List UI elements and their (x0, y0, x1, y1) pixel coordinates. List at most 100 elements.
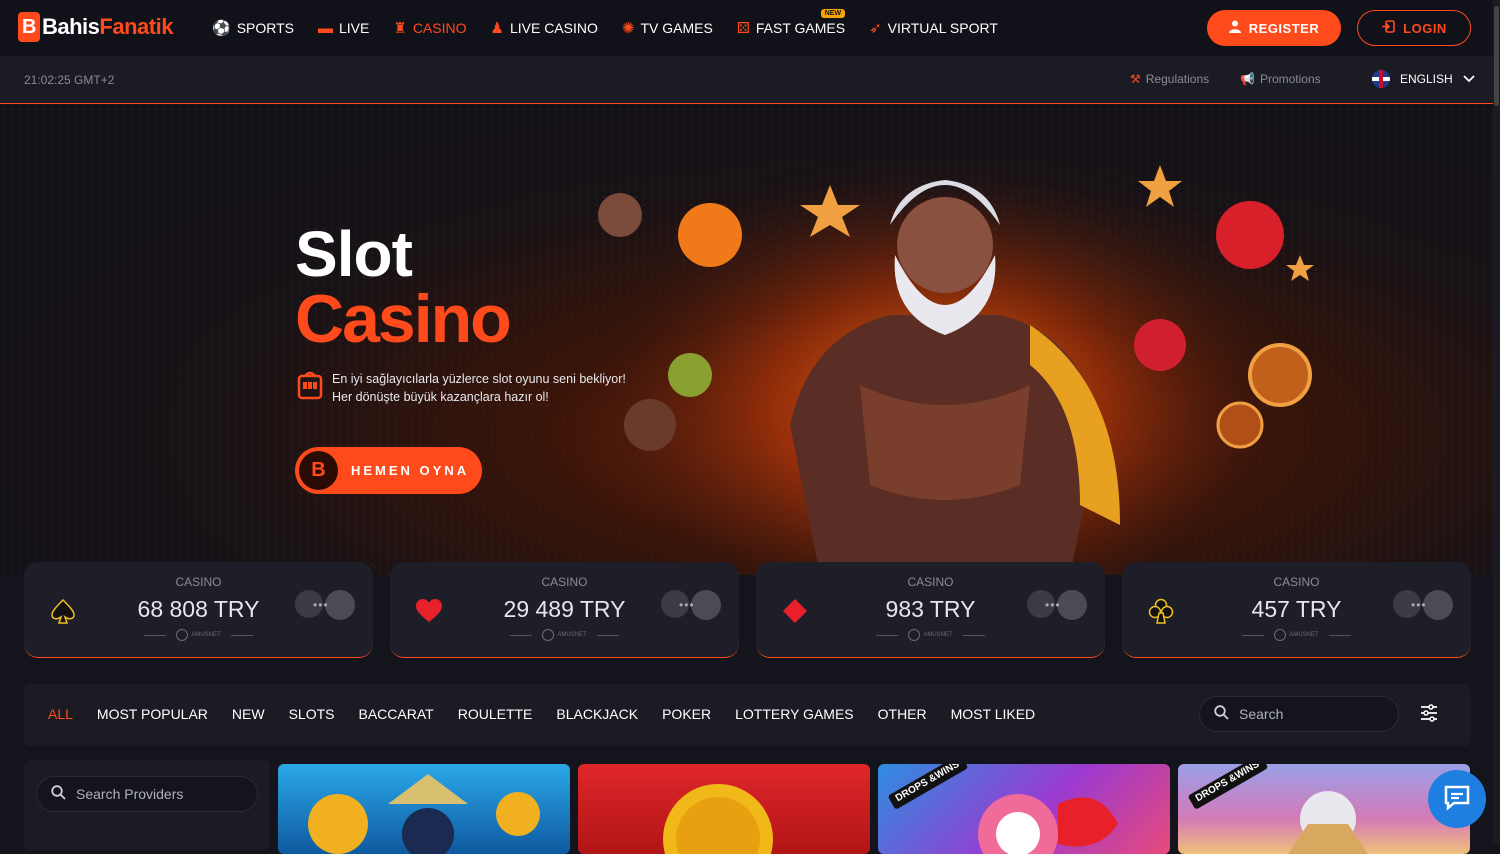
provider-logo: AMUSNET (756, 629, 1105, 641)
scrollbar-thumb[interactable] (1494, 6, 1499, 106)
nav-virtual-sport[interactable]: ➶ VIRTUAL SPORT (857, 0, 1010, 56)
category-bar: ALL MOST POPULAR NEW SLOTS BACCARAT ROUL… (24, 684, 1471, 746)
top-navigation: B Bahis Fanatik ⚽ SPORTS ▬ LIVE ♜ CASINO ♟ LI… (0, 0, 1500, 56)
uk-flag-icon (1372, 70, 1390, 88)
login-button[interactable]: LOGIN (1357, 10, 1471, 46)
hero-banner[interactable]: Slot Casino En iyi sağlayıcılarla yüzler… (0, 105, 1500, 575)
tab-most-liked[interactable]: MOST LIKED (951, 706, 1036, 722)
tab-blackjack[interactable]: BLACKJACK (556, 706, 638, 722)
tab-other[interactable]: OTHER (878, 706, 927, 722)
jackpot-chips-decoration: ••• (1387, 584, 1457, 624)
promotions-link[interactable]: 📢 Promotions (1240, 72, 1321, 86)
nav-fast-games[interactable]: ⚄ FAST GAMES NEW (725, 0, 857, 56)
virtual-icon: ➶ (869, 20, 882, 37)
megaphone-icon: 📢 (1240, 72, 1255, 86)
play-now-button[interactable]: B HEMEN OYNA (295, 447, 482, 494)
jackpot-card[interactable]: CASINO 983 TRY AMUSNET ••• (756, 562, 1105, 658)
dealer-icon: ♟ (490, 20, 504, 37)
hero-text-line2: Her dönüşte büyük kazançlara hazır ol! (332, 390, 549, 404)
provider-name: AMUSNET (923, 632, 953, 638)
nav-sports[interactable]: ⚽ SPORTS (200, 0, 306, 56)
brand-name-first: Bahis (42, 14, 100, 39)
nav-live[interactable]: ▬ LIVE (306, 0, 381, 56)
search-input[interactable] (1239, 706, 1379, 722)
game-tile[interactable] (578, 764, 870, 854)
soccer-ball-icon: ⚽ (212, 20, 231, 37)
wheel-icon: ✺ (621, 20, 635, 37)
jackpot-chips-decoration: ••• (289, 584, 359, 624)
tab-poker[interactable]: POKER (662, 706, 711, 722)
hero-description: En iyi sağlayıcılarla yüzlerce slot oyun… (296, 370, 626, 406)
brand-mark-icon: B (299, 451, 338, 490)
hero-text-line1: En iyi sağlayıcılarla yüzlerce slot oyun… (332, 372, 626, 386)
chevron-down-icon (1463, 72, 1475, 86)
sub-bar: 21:02:25 GMT+2 ⚒ Regulations 📢 Promotion… (0, 56, 1500, 104)
register-button[interactable]: REGISTER (1207, 10, 1341, 46)
casino-chips-icon: ♜ (393, 20, 407, 37)
brand-logo[interactable]: B Bahis Fanatik (18, 12, 173, 42)
tab-lottery-games[interactable]: LOTTERY GAMES (735, 706, 854, 722)
nav-label: FAST GAMES (755, 20, 846, 36)
user-icon (1228, 20, 1241, 36)
provider-name: AMUSNET (1289, 632, 1319, 638)
regulations-link[interactable]: ⚒ Regulations (1130, 72, 1209, 86)
nav-tv-games[interactable]: ✺ TV GAMES (610, 0, 725, 56)
page-scrollbar[interactable] (1493, 0, 1500, 844)
live-chat-button[interactable] (1428, 770, 1486, 828)
gavel-icon: ⚒ (1130, 72, 1141, 86)
game-search[interactable] (1199, 696, 1399, 732)
clock: 21:02:25 GMT+2 (24, 73, 115, 87)
jackpot-card[interactable]: CASINO 457 TRY AMUSNET ••• (1122, 562, 1471, 658)
provider-logo: AMUSNET (390, 629, 739, 641)
game-tile[interactable] (278, 764, 570, 854)
provider-name: AMUSNET (191, 632, 221, 638)
slot-machine-icon (296, 370, 324, 400)
filter-icon[interactable] (1420, 704, 1438, 724)
tab-all[interactable]: ALL (48, 706, 73, 722)
nav-label: LIVE CASINO (509, 20, 598, 36)
tab-new[interactable]: NEW (232, 706, 265, 722)
nav-label: VIRTUAL SPORT (887, 20, 998, 36)
nav-live-casino[interactable]: ♟ LIVE CASINO (479, 0, 610, 56)
game-thumbnail (308, 774, 540, 854)
language-selector[interactable]: ENGLISH (1372, 70, 1475, 88)
search-icon (51, 784, 66, 804)
provider-search[interactable] (36, 776, 258, 812)
provider-logo: AMUSNET (1122, 629, 1471, 641)
tab-slots[interactable]: SLOTS (289, 706, 335, 722)
play-now-label: HEMEN OYNA (351, 463, 470, 478)
jackpot-chips-decoration: ••• (655, 584, 725, 624)
provider-name: AMUSNET (557, 632, 587, 638)
login-icon (1381, 20, 1395, 36)
zeus-illustration (598, 145, 1314, 575)
game-grid: DROPS &WINS DROPS &WINS (278, 764, 1470, 854)
new-badge: NEW (820, 9, 846, 18)
promotions-label: Promotions (1259, 72, 1321, 86)
game-tile[interactable]: DROPS &WINS (878, 764, 1170, 854)
chat-bubble-icon (1442, 782, 1472, 817)
tab-baccarat[interactable]: BACCARAT (359, 706, 434, 722)
nav-casino[interactable]: ♜ CASINO (381, 0, 478, 56)
search-icon (1214, 704, 1229, 724)
language-label: ENGLISH (1400, 72, 1453, 86)
provider-search-input[interactable] (76, 786, 216, 802)
main-menu: ⚽ SPORTS ▬ LIVE ♜ CASINO ♟ LIVE CASINO ✺ TV G… (200, 0, 1010, 56)
jackpot-row: CASINO 68 808 TRY AMUSNET ••• CASINO 29 … (24, 562, 1474, 659)
hero-text: En iyi sağlayıcılarla yüzlerce slot oyun… (332, 370, 626, 406)
nav-label: CASINO (412, 20, 467, 36)
nav-label: LIVE (339, 20, 370, 36)
jackpot-card[interactable]: CASINO 29 489 TRY AMUSNET ••• (390, 562, 739, 658)
regulations-label: Regulations (1145, 72, 1210, 86)
provider-logo: AMUSNET (24, 629, 373, 641)
tab-most-popular[interactable]: MOST POPULAR (97, 706, 208, 722)
hero-title-line2: Casino (295, 281, 512, 357)
game-thumbnail (663, 784, 773, 854)
game-tile[interactable]: DROPS &WINS (1178, 764, 1470, 854)
dice-icon: ⚄ (736, 20, 750, 37)
jackpot-card[interactable]: CASINO 68 808 TRY AMUSNET ••• (24, 562, 373, 658)
tab-roulette[interactable]: ROULETTE (458, 706, 533, 722)
brand-mark: B (18, 12, 40, 42)
register-label: REGISTER (1248, 20, 1320, 36)
nav-label: TV GAMES (640, 20, 713, 36)
login-label: LOGIN (1403, 20, 1447, 36)
